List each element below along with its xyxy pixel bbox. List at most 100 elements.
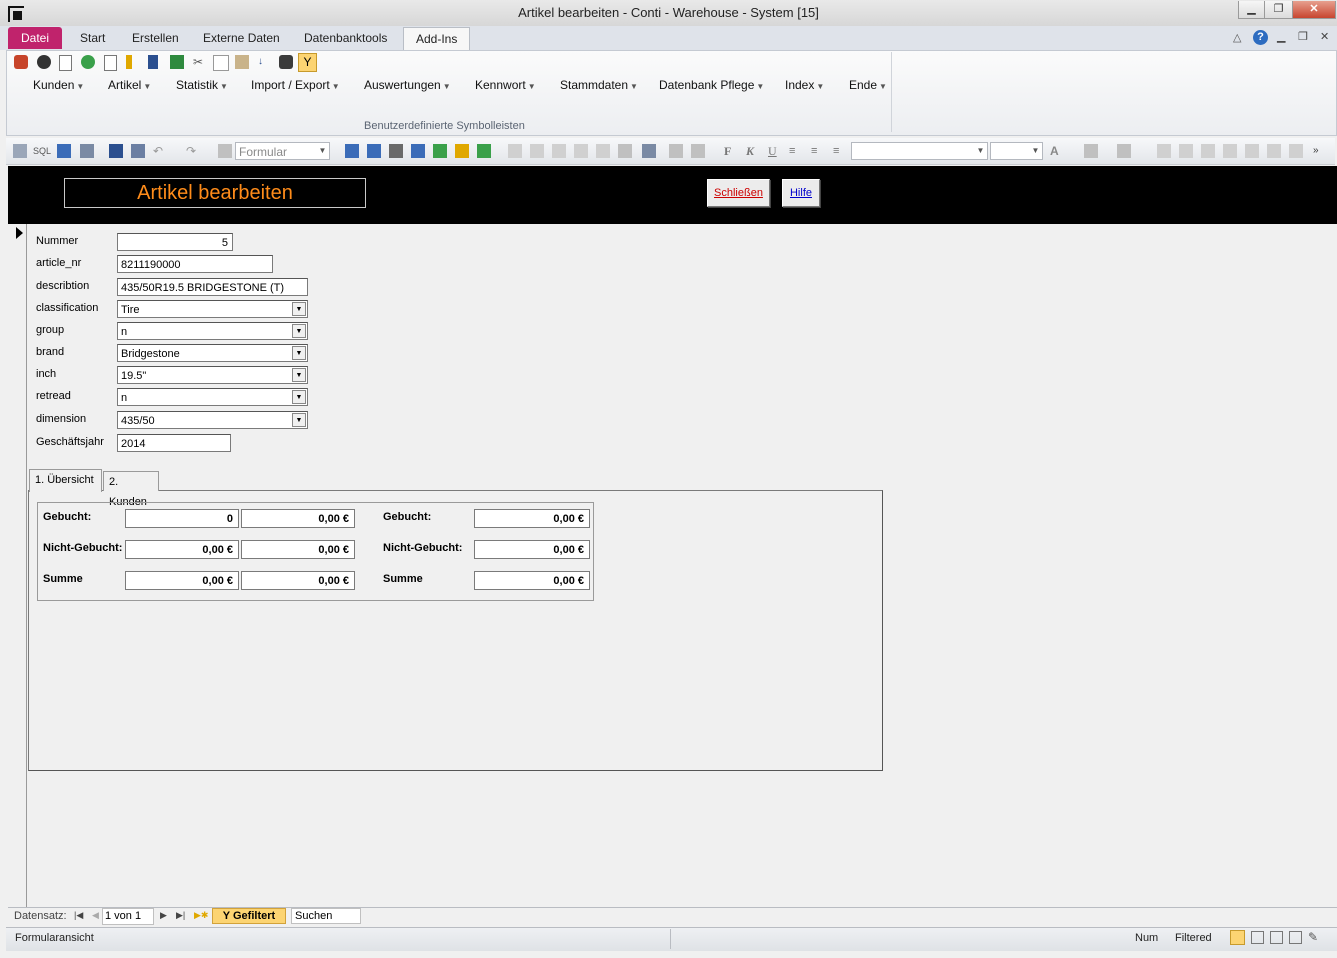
help-icon[interactable]: ? [1253,30,1268,45]
form-view-icon[interactable] [1230,930,1245,945]
tab-kunden[interactable]: 2. Kunden [103,471,159,508]
toolbar-icon-5[interactable] [104,55,117,71]
retread-combo[interactable]: n ▼ [117,388,308,406]
menu-artikel[interactable]: Artikel ▼ [108,78,151,92]
gebucht-value-2[interactable]: 0,00 € [241,509,355,528]
tab-externe-daten[interactable]: Externe Daten [191,27,292,49]
align-left-icon[interactable]: ≡ [789,144,803,158]
toolbar-icon-align2[interactable] [530,144,544,158]
search-field[interactable]: Suchen [291,908,361,924]
toolbar-icon-1[interactable] [14,55,28,69]
menu-ende[interactable]: Ende ▼ [849,78,887,92]
tab-erstellen[interactable]: Erstellen [120,27,191,49]
menu-datenbank-pflege[interactable]: Datenbank Pflege ▼ [659,78,764,92]
layout-icon[interactable] [80,144,94,158]
layout-view-icon[interactable] [1270,931,1283,944]
fill-color-icon[interactable] [1084,144,1098,158]
menu-kunden[interactable]: Kunden ▼ [33,78,84,92]
font-size-combo[interactable]: ▼ [990,142,1043,160]
group-combo[interactable]: n ▼ [117,322,308,340]
filter-icon[interactable]: Y [298,53,317,72]
paste-icon[interactable] [235,55,249,69]
toolbar-icon-align5[interactable] [596,144,610,158]
nummer-field[interactable]: 5 [117,233,233,251]
doc-minimize-icon[interactable]: ▁ [1277,30,1285,43]
nicht-gebucht-value-3[interactable]: 0,00 € [474,540,590,559]
toolbar-icon-end7[interactable] [1289,144,1303,158]
toolbar-icon-4[interactable] [81,55,95,69]
summe-value-2[interactable]: 0,00 € [241,571,355,590]
italic-button[interactable]: K [746,144,760,158]
geschaeftsjahr-field[interactable]: 2014 [117,434,231,452]
next-record-icon[interactable]: ▶ [160,910,167,921]
doc-restore-icon[interactable]: ❐ [1298,30,1308,43]
nicht-gebucht-value-1[interactable]: 0,00 € [125,540,239,559]
toolbar-icon-align6[interactable] [618,144,632,158]
toolbar-icon-form7[interactable] [477,144,491,158]
chevron-down-icon[interactable]: ▼ [292,413,306,427]
inch-combo[interactable]: 19.5" ▼ [117,366,308,384]
toolbar-icon-2[interactable] [37,55,51,69]
menu-index[interactable]: Index ▼ [785,78,824,92]
menu-stammdaten[interactable]: Stammdaten ▼ [560,78,638,92]
toolbar-icon-form5[interactable] [433,144,447,158]
restore-button[interactable]: ❐ [1264,1,1293,19]
tab-datenbanktools[interactable]: Datenbanktools [292,27,399,49]
tab-datei[interactable]: Datei [8,27,63,49]
toolbar-icon-form3[interactable] [389,144,403,158]
menu-kennwort[interactable]: Kennwort ▼ [475,78,536,92]
cut-icon[interactable]: ✂ [193,55,207,69]
toolbar-icon-form6[interactable] [455,144,469,158]
datasheet-view-icon[interactable] [1251,931,1264,944]
chevron-down-icon[interactable]: ▼ [292,324,306,338]
close-window-button[interactable]: ✕ [1292,1,1336,19]
record-selector[interactable] [8,224,27,907]
binoculars-icon[interactable] [279,55,293,69]
menu-auswertungen[interactable]: Auswertungen ▼ [364,78,451,92]
key-icon[interactable] [126,55,132,69]
font-combo[interactable]: ▼ [851,142,988,160]
toolbar-icon-end2[interactable] [1179,144,1193,158]
last-record-icon[interactable]: ▶| [176,910,185,921]
design-icon[interactable] [57,144,71,158]
copy-icon[interactable] [213,55,229,71]
bold-button[interactable]: F [724,144,738,158]
toolbar-icon-align7[interactable] [642,144,656,158]
toolbar-icon-end6[interactable] [1267,144,1281,158]
help-button[interactable]: Hilfe [782,179,820,207]
tab-uebersicht[interactable]: 1. Übersicht [29,469,102,492]
toolbar-icon-end1[interactable] [1157,144,1171,158]
pen-view-icon[interactable]: ✎ [1308,930,1318,944]
line-color-icon[interactable] [1117,144,1131,158]
doc-close-icon[interactable]: ✕ [1320,30,1329,43]
redo-icon[interactable]: ↷ [186,144,200,158]
minimize-button[interactable]: ▁ [1238,1,1265,19]
gebucht-value-1[interactable]: 0 [125,509,239,528]
filter-status-button[interactable]: Y Gefiltert [212,908,286,924]
design-view-icon[interactable] [1289,931,1302,944]
record-position-field[interactable]: 1 von 1 [102,908,154,925]
summe-value-1[interactable]: 0,00 € [125,571,239,590]
toolbar-icon-end5[interactable] [1245,144,1259,158]
toolbar-icon-align8[interactable] [669,144,683,158]
close-form-button[interactable]: Schließen [707,179,770,207]
toolbar-icon-align1[interactable] [508,144,522,158]
menu-import-export[interactable]: Import / Export ▼ [251,78,340,92]
toolbar-icon-form1[interactable] [345,144,359,158]
menu-statistik[interactable]: Statistik ▼ [176,78,228,92]
font-color-button[interactable]: A [1050,144,1064,158]
toolbar-icon-align3[interactable] [552,144,566,158]
toolbar-icon-8[interactable] [170,55,184,69]
sql-icon[interactable]: SQL [33,144,53,158]
chevron-down-icon[interactable]: ▼ [292,302,306,316]
save-as-icon[interactable] [131,144,145,158]
brand-combo[interactable]: Bridgestone ▼ [117,344,308,362]
first-record-icon[interactable]: |◀ [74,910,83,921]
tab-add-ins[interactable]: Add-Ins [403,27,471,50]
toolbar-icon-end3[interactable] [1201,144,1215,158]
toolbar-icon-form2[interactable] [367,144,381,158]
toolbar-icon-3[interactable] [59,55,72,71]
toolbar-icon-end4[interactable] [1223,144,1237,158]
toolbar-icon-align9[interactable] [691,144,705,158]
toolbar-icon-align4[interactable] [574,144,588,158]
